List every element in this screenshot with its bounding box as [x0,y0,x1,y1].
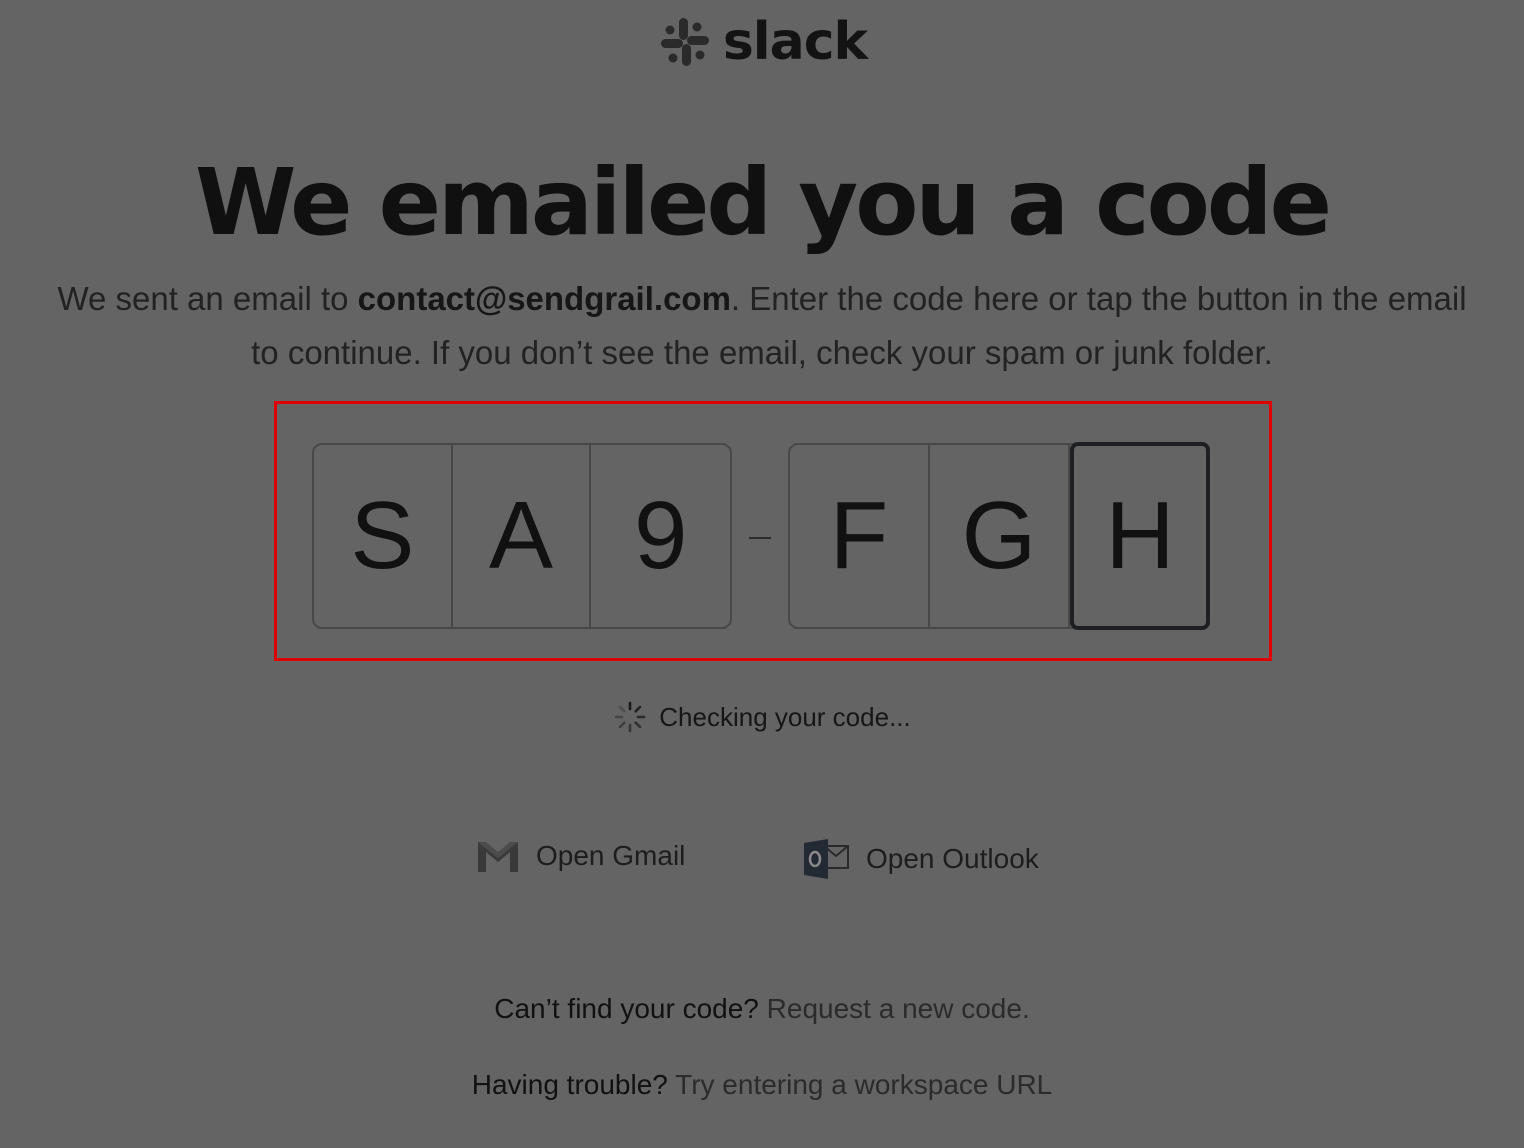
open-gmail-label: Open Gmail [536,840,686,871]
page-subtitle: We sent an email to contact@sendgrail.co… [40,272,1484,380]
having-trouble-text: Having trouble? [471,1069,668,1100]
gmail-icon [478,842,518,872]
checking-status-text: Checking your code... [659,701,911,732]
code-digit-1[interactable]: S [314,445,453,627]
slack-hash-icon [660,18,709,66]
code-group-second: F G H [788,442,1210,630]
open-outlook-label: Open Outlook [866,843,1039,874]
request-new-code-link[interactable]: Request a new code. [767,993,1030,1024]
cant-find-code-text: Can’t find your code? [494,993,759,1024]
subtitle-prefix: We sent an email to [57,280,358,317]
spinner-icon [614,701,646,733]
code-group-first: S A 9 [312,443,732,629]
open-outlook-link[interactable]: Open Outlook [802,838,1039,880]
code-digit-2[interactable]: A [453,445,592,627]
having-trouble-row: Having trouble? Try entering a workspace… [0,1069,1524,1101]
code-digit-5[interactable]: G [930,445,1070,627]
checking-status: Checking your code... [0,700,1524,734]
outlook-icon [804,839,849,879]
cant-find-code-row: Can’t find your code? Request a new code… [0,993,1524,1025]
code-digit-4[interactable]: F [790,445,930,627]
code-separator [749,537,771,539]
code-digit-6[interactable]: H [1070,442,1210,630]
code-digit-3[interactable]: 9 [591,445,730,627]
open-gmail-link[interactable]: Open Gmail [476,838,685,874]
email-address: contact@sendgrail.com [357,280,731,317]
workspace-url-link[interactable]: Try entering a workspace URL [675,1069,1052,1100]
slack-wordmark: slack [722,12,868,72]
page-title: We emailed you a code [194,149,1332,256]
slack-logo: slack [0,14,1524,70]
